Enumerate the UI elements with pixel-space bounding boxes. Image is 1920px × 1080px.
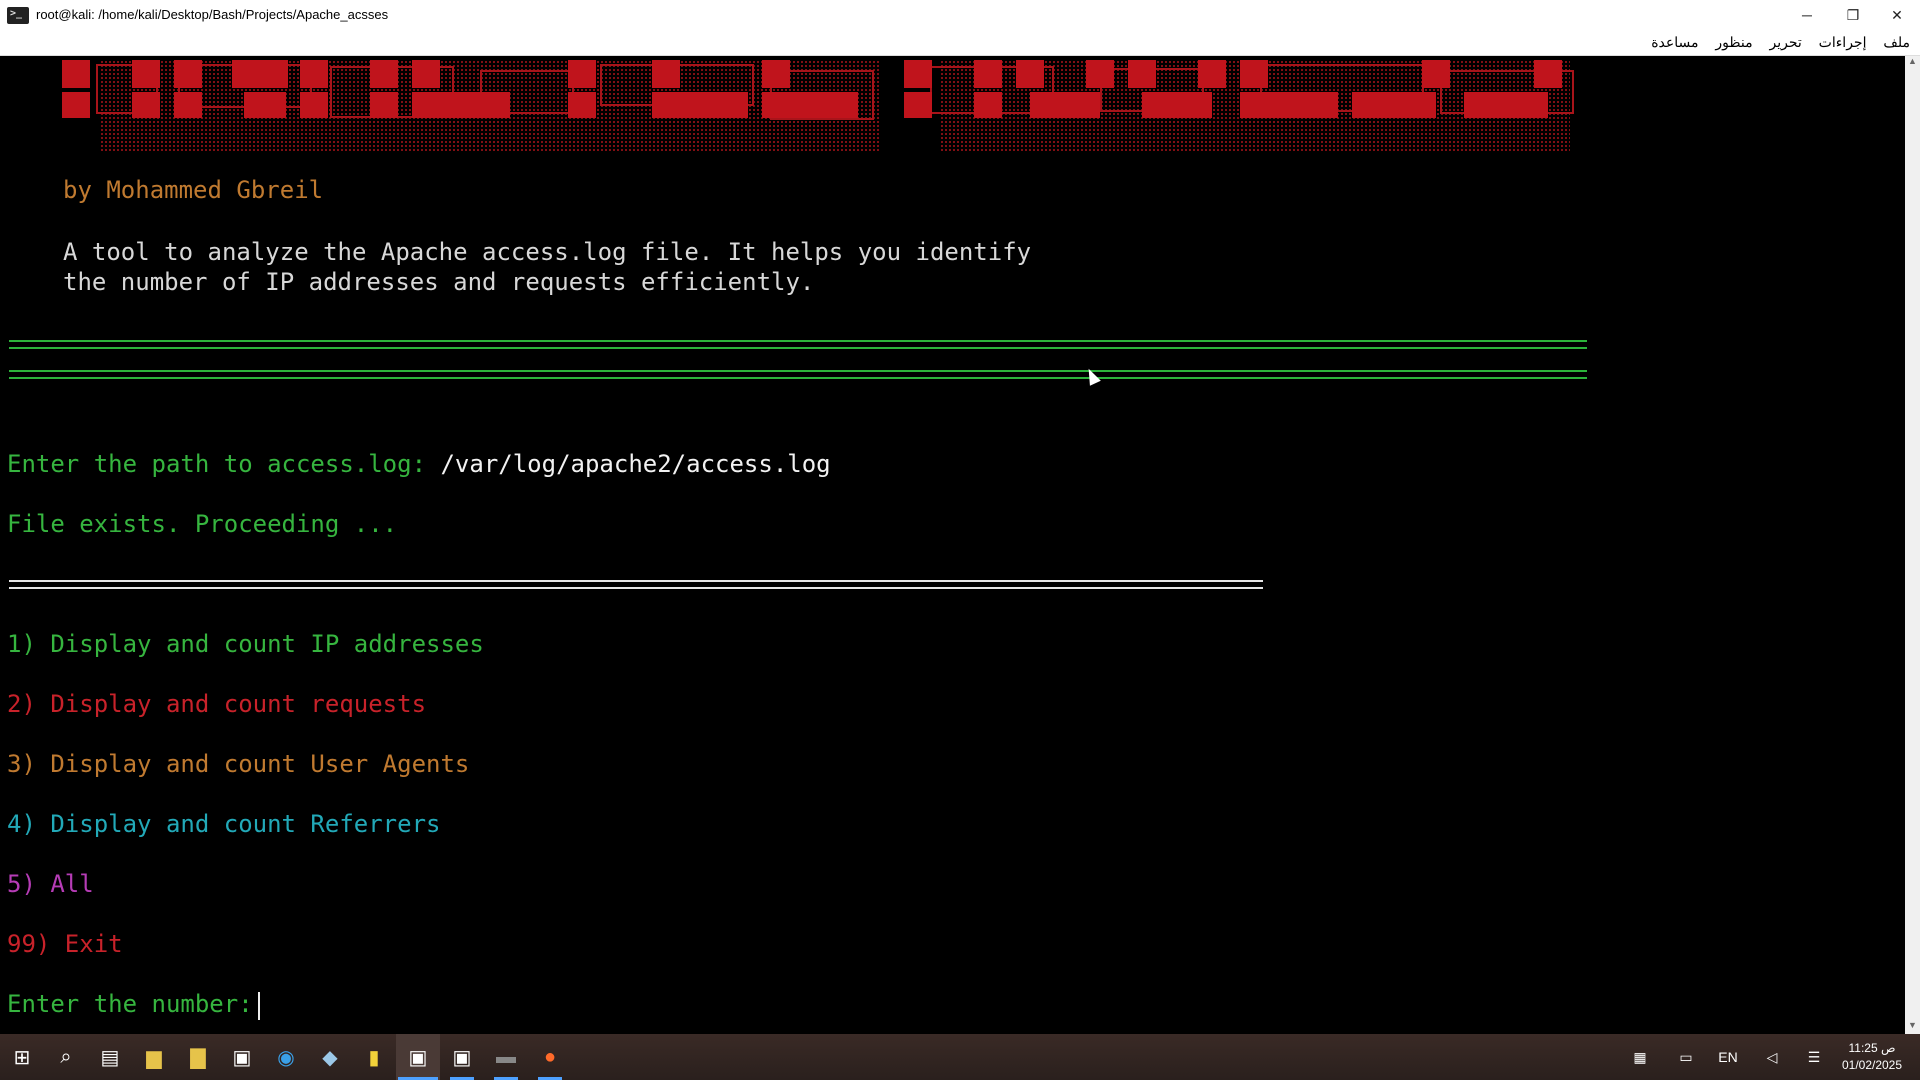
terminal-app-icon [7,7,29,24]
terminal-scrollbar[interactable]: ▲ ▼ [1905,56,1920,1034]
restore-button[interactable]: ❐ [1830,0,1876,32]
sticky-notes-icon[interactable]: ▮ [352,1034,396,1080]
close-button[interactable]: ✕ [1874,0,1920,32]
text-cursor [258,992,260,1020]
path-value: /var/log/apache2/access.log [440,450,831,478]
description-line-1: A tool to analyze the Apache access.log … [63,238,1032,266]
taskbar: ⊞ ⌕ ▤ ▆ ▇ ▣ ◉ ◆ ▮ ▣ ▣ ▬ ● ▦ ▭ EN ◁ ☰ 11:… [0,1034,1920,1080]
language-indicator[interactable]: EN [1710,1034,1746,1080]
task-view-icon[interactable]: ▤ [88,1034,132,1080]
clock-date: 01/02/2025 [1841,1058,1903,1072]
menu-view[interactable]: منظور [1715,34,1752,50]
menu-bar: ملف إجراءات تحرير منظور مساعدة [0,32,1920,56]
menu-actions[interactable]: إجراءات [1819,34,1867,50]
description-line-2: the number of IP addresses and requests … [63,268,815,296]
network-icon[interactable]: ▭ [1668,1034,1704,1080]
file-status-line: File exists. Proceeding ... [7,510,398,538]
search-icon[interactable]: ⌕ [44,1034,88,1080]
window-title: root@kali: /home/kali/Desktop/Bash/Proje… [36,7,389,22]
option-1: 1) Display and count IP addresses [7,630,484,658]
firefox-icon[interactable]: ● [528,1034,572,1080]
file-explorer-icon[interactable]: ▆ [132,1034,176,1080]
terminal-window-active-icon[interactable]: ▣ [396,1034,440,1080]
menu-edit[interactable]: تحرير [1769,34,1801,50]
edge-browser-icon[interactable]: ◉ [264,1034,308,1080]
start-windows-icon[interactable]: ⊞ [0,1034,44,1080]
author-line: by Mohammed Gbreil [63,176,324,204]
path-prompt-line: Enter the path to access.log: /var/log/a… [7,450,831,478]
separator-white [9,580,1263,589]
scroll-up-arrow-icon[interactable]: ▲ [1905,56,1920,70]
window-title-bar: root@kali: /home/kali/Desktop/Bash/Proje… [0,0,1920,32]
menu-file[interactable]: ملف [1883,34,1910,50]
clipboard-icon[interactable]: ▦ [1622,1034,1658,1080]
scroll-down-arrow-icon[interactable]: ▼ [1905,1020,1920,1034]
volume-icon[interactable]: ◁ [1754,1034,1790,1080]
folder-icon[interactable]: ▇ [176,1034,220,1080]
option-4: 4) Display and count Referrers [7,810,441,838]
separator-green-1 [9,340,1587,349]
clock-time: 11:25 ص [1848,1041,1896,1055]
option-5: 5) All [7,870,94,898]
terminal-icon[interactable]: ▣ [220,1034,264,1080]
option-99: 99) Exit [7,930,123,958]
option-2: 2) Display and count requests [7,690,427,718]
number-prompt: Enter the number: [7,990,268,1018]
path-prompt-label: Enter the path to access.log: [7,450,441,478]
terminal-output[interactable]: by Mohammed Gbreil A tool to analyze the… [0,56,1905,1034]
notifications-icon[interactable]: ☰ [1796,1034,1832,1080]
system-clock[interactable]: 11:25 ص 01/02/2025 [1830,1040,1914,1074]
app-window-icon[interactable]: ▬ [484,1034,528,1080]
app-icon[interactable]: ◆ [308,1034,352,1080]
terminal-window-icon[interactable]: ▣ [440,1034,484,1080]
menu-help[interactable]: مساعدة [1651,34,1698,50]
separator-green-2 [9,370,1587,379]
option-3: 3) Display and count User Agents [7,750,470,778]
minimize-button[interactable]: ─ [1784,0,1830,32]
